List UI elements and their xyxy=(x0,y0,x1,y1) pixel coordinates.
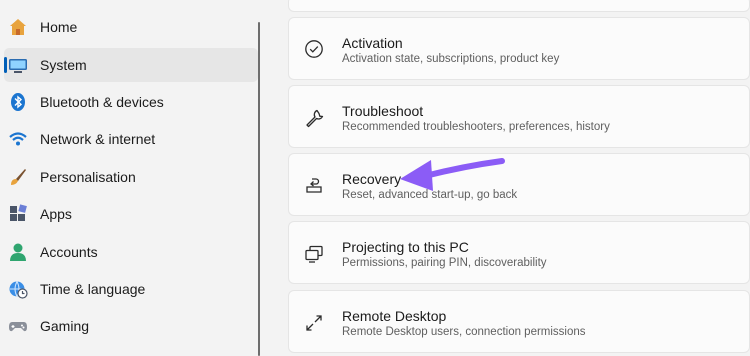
sidebar-nav: Home System Bluetooth & devices Network … xyxy=(0,0,265,356)
sidebar-item-label: Bluetooth & devices xyxy=(40,94,164,110)
card-subtitle: Recommended troubleshooters, preferences… xyxy=(342,121,610,133)
settings-card-activation[interactable]: Activation Activation state, subscriptio… xyxy=(288,17,750,80)
brush-icon xyxy=(8,167,28,187)
sidebar-item-label: Home xyxy=(40,19,78,35)
card-title: Recovery xyxy=(342,171,402,187)
settings-card-recovery[interactable]: Recovery Reset, advanced start-up, go ba… xyxy=(288,153,750,216)
sidebar-item-home[interactable]: Home xyxy=(4,10,258,44)
card-subtitle: Permissions, pairing PIN, discoverabilit… xyxy=(342,257,547,269)
check-circle-icon xyxy=(303,38,325,60)
sidebar-item-gaming[interactable]: Gaming xyxy=(4,309,258,343)
sidebar-item-label: Accounts xyxy=(40,244,98,260)
card-subtitle: Remote Desktop users, connection permiss… xyxy=(342,326,586,338)
wrench-icon xyxy=(303,107,325,129)
sidebar-item-personalisation[interactable]: Personalisation xyxy=(4,160,258,194)
account-icon xyxy=(8,242,28,262)
bluetooth-icon xyxy=(8,92,28,112)
projecting-icon xyxy=(303,243,325,265)
sidebar-item-time-language[interactable]: Time & language xyxy=(4,272,258,306)
sidebar-item-bluetooth[interactable]: Bluetooth & devices xyxy=(4,85,258,119)
card-title: Projecting to this PC xyxy=(342,239,469,255)
sidebar-item-label: Apps xyxy=(40,206,72,222)
apps-icon xyxy=(8,204,28,224)
sidebar-item-label: Gaming xyxy=(40,318,90,334)
globe-clock-icon xyxy=(8,279,28,299)
settings-card-partial[interactable] xyxy=(288,0,750,12)
sidebar-scrollbar[interactable] xyxy=(258,22,260,356)
sidebar-item-system[interactable]: System xyxy=(4,48,258,82)
system-icon xyxy=(8,55,28,75)
sidebar-item-accounts[interactable]: Accounts xyxy=(4,235,258,269)
sidebar-item-label: Time & language xyxy=(40,281,146,297)
card-title: Activation xyxy=(342,35,403,51)
settings-card-remote-desktop[interactable]: Remote Desktop Remote Desktop users, con… xyxy=(288,290,750,353)
home-icon xyxy=(8,17,28,37)
sidebar-item-network[interactable]: Network & internet xyxy=(4,122,258,156)
recovery-icon xyxy=(303,174,325,196)
sidebar-item-apps[interactable]: Apps xyxy=(4,197,258,231)
sidebar-item-label: Personalisation xyxy=(40,169,136,185)
settings-card-troubleshoot[interactable]: Troubleshoot Recommended troubleshooters… xyxy=(288,85,750,148)
sidebar-item-label: Network & internet xyxy=(40,131,156,147)
sidebar-item-label: System xyxy=(40,57,87,73)
card-subtitle: Activation state, subscriptions, product… xyxy=(342,53,560,65)
card-title: Troubleshoot xyxy=(342,103,424,119)
settings-card-projecting[interactable]: Projecting to this PC Permissions, pairi… xyxy=(288,221,750,284)
annotation-arrow-icon xyxy=(400,158,505,191)
gamepad-icon xyxy=(8,316,28,336)
settings-list: Activation Activation state, subscriptio… xyxy=(288,0,750,356)
remote-desktop-icon xyxy=(303,312,325,334)
card-title: Remote Desktop xyxy=(342,308,447,324)
wifi-icon xyxy=(8,129,28,149)
